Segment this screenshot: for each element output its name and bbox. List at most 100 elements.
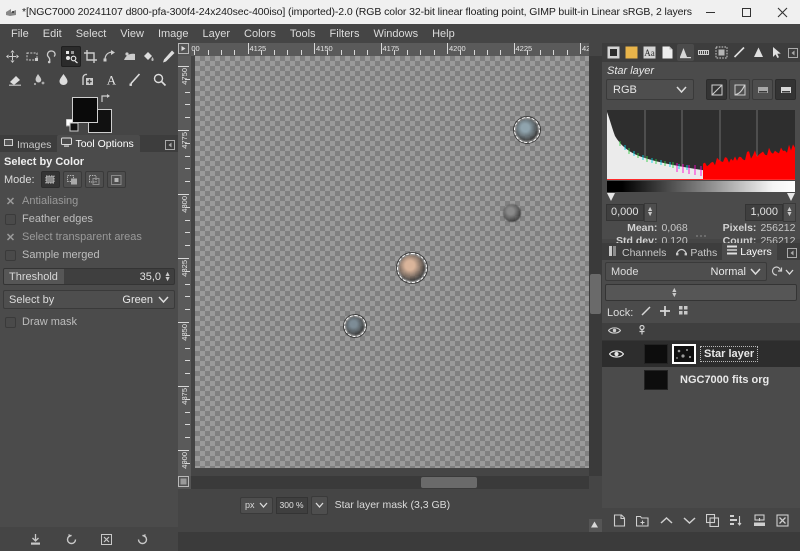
eraser-tool[interactable] [3,69,27,90]
sample-merged-row[interactable]: Sample merged [0,246,178,264]
quick-mask-toggle[interactable] [178,476,191,489]
delete-tool-preset-icon[interactable] [98,530,116,548]
blend-mode-combo[interactable]: Mode Normal [605,262,767,281]
restore-tool-preset-icon[interactable] [62,530,80,548]
menu-filters[interactable]: Filters [323,26,367,42]
range-high-input[interactable]: 1,000 [745,204,783,221]
image-canvas[interactable] [195,56,589,468]
lower-layer-icon[interactable] [680,511,698,529]
gradients-tab[interactable] [731,44,748,61]
left-dock-menu-icon[interactable] [162,137,178,152]
pointer-tab[interactable] [695,44,712,61]
opacity-slider[interactable]: Opacity 100,0 ▲▼ [605,284,797,301]
layer-thumbnail[interactable] [644,370,668,390]
zoom-field[interactable]: 300 % [276,497,308,514]
draw-mask-row[interactable]: Draw mask [0,309,178,331]
menu-tools[interactable]: Tools [283,26,323,42]
histogram-tab[interactable] [677,44,694,61]
tab-layers[interactable]: Layers [722,243,777,260]
menu-help[interactable]: Help [425,26,462,42]
fonts-tab[interactable]: Aa [641,44,658,61]
draw-mask-checkbox[interactable] [5,317,16,328]
save-tool-preset-icon[interactable] [27,530,45,548]
foreground-color-swatch[interactable] [72,97,98,123]
range-low-marker[interactable] [607,193,615,201]
tab-paths[interactable]: Paths [671,245,722,260]
layer-thumbnail[interactable] [644,344,668,364]
tab-tool-options[interactable]: Tool Options [57,135,139,152]
rectangle-select-tool[interactable] [22,46,41,67]
anchor-layer-icon[interactable] [727,511,745,529]
lock-pixels-icon[interactable] [640,305,652,320]
range-low-input[interactable]: 0,000 [606,204,644,221]
delete-layer-icon[interactable] [773,511,791,529]
unit-selector[interactable]: px [240,497,273,514]
menu-colors[interactable]: Colors [237,26,283,42]
antialiasing-checkbox[interactable]: ✕ [5,196,16,207]
feather-edges-row[interactable]: Feather edges [0,210,178,228]
horizontal-ruler[interactable]: 4100412541504175420042254250 [191,43,589,56]
horizontal-scrollbar-thumb[interactable] [421,477,477,488]
logarithmic-view-button[interactable] [729,79,750,100]
menu-view[interactable]: View [113,26,151,42]
dock-resize-grip[interactable] [602,233,800,239]
horizontal-scrollbar[interactable] [191,476,589,489]
swap-colors-icon[interactable] [100,93,112,105]
select-by-color-tool[interactable] [61,46,80,67]
menu-image[interactable]: Image [151,26,196,42]
navigation-preview-button[interactable] [589,519,602,532]
merge-down-icon[interactable] [750,511,768,529]
lock-position-icon[interactable] [659,305,671,320]
ruler-corner-menu[interactable] [178,43,191,56]
raise-layer-icon[interactable] [657,511,675,529]
reset-tool-options-icon[interactable] [133,530,151,548]
mode-intersect-button[interactable] [107,171,126,188]
vertical-scrollbar-thumb[interactable] [590,274,601,314]
table-row[interactable]: Star layer [602,341,800,367]
select-transparent-areas-row[interactable]: ✕ Select transparent areas [0,228,178,246]
sample-points-tab[interactable] [713,44,730,61]
tab-channels[interactable]: Channels [604,245,671,260]
threshold-spinner[interactable]: ▲▼ [164,272,174,282]
menu-windows[interactable]: Windows [366,26,425,42]
feather-edges-checkbox[interactable] [5,214,16,225]
document-history-tab[interactable] [659,44,676,61]
mode-add-button[interactable] [63,171,82,188]
menu-edit[interactable]: Edit [36,26,69,42]
maximize-button[interactable] [728,0,764,24]
new-layer-group-icon[interactable] [634,511,652,529]
table-row[interactable]: NGC7000 fits org [602,367,800,393]
bucket-fill-tool[interactable] [139,46,158,67]
sample-merged-checkbox[interactable] [5,250,16,261]
lock-alpha-icon[interactable] [678,305,690,320]
mode-replace-button[interactable] [41,171,60,188]
navigation-tab[interactable] [750,44,767,61]
brushes-tab[interactable] [605,44,622,61]
layer-name[interactable]: Star layer [701,347,757,361]
menu-select[interactable]: Select [69,26,114,42]
mode-subtract-button[interactable] [85,171,104,188]
pointer-cursor-tab[interactable] [768,44,785,61]
new-layer-icon[interactable] [611,511,629,529]
range-high-spinner[interactable]: ▲▼ [783,203,796,222]
show-rgb-overlay-button[interactable] [775,79,796,100]
vertical-ruler[interactable]: 4750477548004825485048754900 [178,56,191,476]
zoom-tool[interactable] [147,69,171,90]
crop-tool[interactable] [81,46,100,67]
patterns-tab[interactable] [623,44,640,61]
threshold-slider[interactable]: Threshold 35,0 ▲▼ [3,268,175,285]
heal-tool[interactable] [75,69,99,90]
range-low-spinner[interactable]: ▲▼ [644,203,657,222]
zoom-dropdown-button[interactable] [311,496,328,515]
smudge-tool[interactable] [27,69,51,90]
unified-transform-tool[interactable] [100,46,119,67]
close-button[interactable] [764,0,800,24]
text-tool[interactable]: A [99,69,123,90]
range-high-marker[interactable] [787,193,795,201]
linear-view-button[interactable] [706,79,727,100]
canvas-viewport[interactable] [191,56,589,476]
antialiasing-row[interactable]: ✕ Antialiasing [0,192,178,210]
layers-dock-menu-icon[interactable] [784,245,800,260]
layer-mask-thumbnail[interactable] [672,344,696,364]
minimize-button[interactable] [692,0,728,24]
